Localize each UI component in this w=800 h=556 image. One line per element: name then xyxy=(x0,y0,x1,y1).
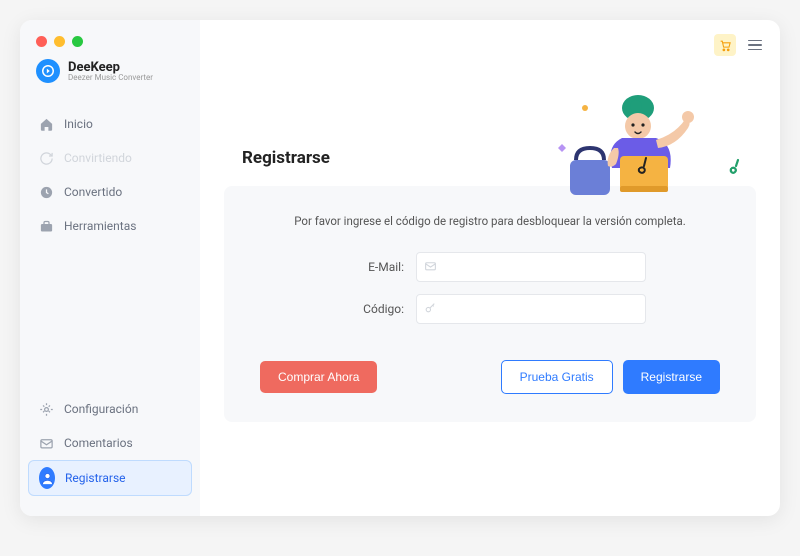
sidebar-item-label: Inicio xyxy=(64,117,93,131)
cart-button[interactable] xyxy=(714,34,736,56)
sidebar-item-label: Comentarios xyxy=(64,436,133,450)
sidebar-item-comentarios[interactable]: Comentarios xyxy=(28,426,192,460)
toolbox-icon xyxy=(38,218,54,234)
sidebar-item-inicio[interactable]: Inicio xyxy=(28,107,192,141)
card-message: Por favor ingrese el código de registro … xyxy=(260,214,720,228)
app-window: DeeKeep Deezer Music Converter Inicio Co… xyxy=(20,20,780,516)
email-field[interactable] xyxy=(416,252,646,282)
main-content: Registrarse Por favor ingrese el código … xyxy=(200,20,780,516)
email-label: E-Mail: xyxy=(334,260,404,274)
brand: DeeKeep Deezer Music Converter xyxy=(20,59,200,99)
brand-subtitle: Deezer Music Converter xyxy=(68,74,153,82)
sidebar-item-label: Registrarse xyxy=(65,471,126,485)
buy-now-button[interactable]: Comprar Ahora xyxy=(260,361,377,393)
envelope-icon xyxy=(424,258,437,277)
envelope-icon xyxy=(38,435,54,451)
refresh-icon xyxy=(38,150,54,166)
action-row: Comprar Ahora Prueba Gratis Registrarse xyxy=(260,360,720,394)
free-trial-button[interactable]: Prueba Gratis xyxy=(501,360,613,394)
sidebar-item-convertido[interactable]: Convertido xyxy=(28,175,192,209)
sidebar-item-convirtiendo: Convirtiendo xyxy=(28,141,192,175)
brand-logo-icon xyxy=(36,59,60,83)
nav-bottom: Configuración Comentarios Registrarse xyxy=(20,392,200,504)
code-row: Código: xyxy=(260,294,720,324)
home-icon xyxy=(38,116,54,132)
email-row: E-Mail: xyxy=(260,252,720,282)
key-icon xyxy=(424,300,437,319)
sidebar-item-label: Configuración xyxy=(64,402,138,416)
register-button[interactable]: Registrarse xyxy=(623,360,720,394)
code-label: Código: xyxy=(334,302,404,316)
sidebar: DeeKeep Deezer Music Converter Inicio Co… xyxy=(20,20,200,516)
hero-illustration xyxy=(550,90,750,210)
sidebar-item-label: Convertido xyxy=(64,185,122,199)
code-field[interactable] xyxy=(416,294,646,324)
sidebar-item-label: Herramientas xyxy=(64,219,136,233)
sidebar-item-registrarse[interactable]: Registrarse xyxy=(28,460,192,496)
cart-icon xyxy=(719,39,732,52)
sidebar-item-configuracion[interactable]: Configuración xyxy=(28,392,192,426)
close-window-button[interactable] xyxy=(36,36,47,47)
sidebar-item-herramientas[interactable]: Herramientas xyxy=(28,209,192,243)
nav-main: Inicio Convirtiendo Convertido Herramien… xyxy=(20,99,200,392)
minimize-window-button[interactable] xyxy=(54,36,65,47)
window-controls xyxy=(20,32,200,59)
gear-icon xyxy=(38,401,54,417)
brand-name: DeeKeep xyxy=(68,61,153,74)
register-card: Por favor ingrese el código de registro … xyxy=(224,186,756,422)
menu-button[interactable] xyxy=(748,40,762,51)
sidebar-item-label: Convirtiendo xyxy=(64,151,132,165)
topbar xyxy=(714,34,762,56)
maximize-window-button[interactable] xyxy=(72,36,83,47)
clock-icon xyxy=(38,184,54,200)
user-icon xyxy=(39,470,55,486)
